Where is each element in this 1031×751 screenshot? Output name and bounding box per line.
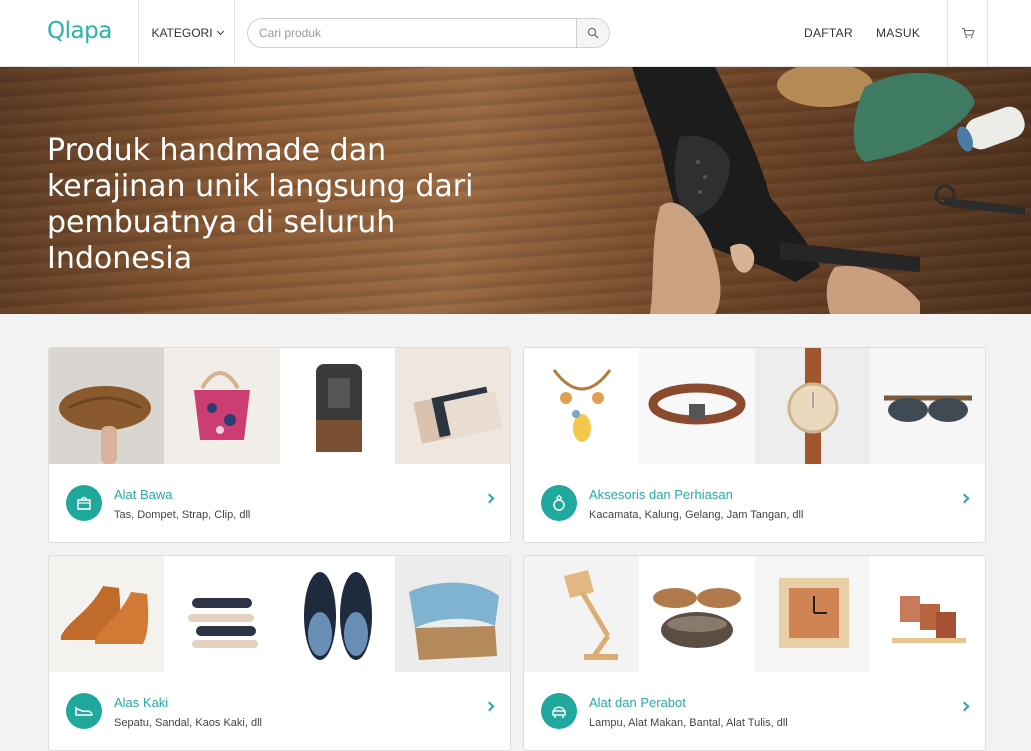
category-subtitle: Lampu, Alat Makan, Bantal, Alat Tulis, d… [589, 717, 788, 729]
category-card-alat-bawa[interactable]: Alat Bawa Tas, Dompet, Strap, Clip, dll [48, 347, 511, 543]
category-subtitle: Kacamata, Kalung, Gelang, Jam Tangan, dl… [589, 509, 804, 521]
chevron-down-icon [216, 27, 224, 36]
bag-icon [66, 485, 102, 521]
category-title: Alas Kaki [114, 695, 169, 710]
product-image-lamp [524, 556, 640, 672]
kategori-dropdown[interactable]: KATEGORI [139, 0, 235, 66]
ring-icon [541, 485, 577, 521]
search-input[interactable] [248, 19, 577, 47]
cart-button[interactable] [948, 0, 987, 66]
category-subtitle: Tas, Dompet, Strap, Clip, dll [114, 509, 251, 521]
product-image-flats [279, 556, 395, 672]
chair-icon [541, 693, 577, 729]
chevron-right-icon [484, 701, 495, 712]
product-image-wallet [394, 348, 510, 464]
category-images [49, 556, 510, 672]
chevron-right-icon [959, 701, 970, 712]
search-button[interactable] [576, 19, 609, 47]
search-icon [587, 27, 599, 39]
category-images [524, 556, 985, 672]
product-image-mugs [869, 556, 985, 672]
product-image-boots [49, 556, 165, 672]
hero-banner: Produk handmade dan kerajinan unik langs… [0, 67, 1031, 314]
product-image-watch [754, 348, 870, 464]
top-navbar: Qlapa KATEGORI DAFTAR MASUK [0, 0, 1031, 67]
category-title: Alat Bawa [114, 487, 173, 502]
shoemaker-image [632, 67, 1025, 314]
product-image-necklace [524, 348, 640, 464]
masuk-link[interactable]: MASUK [876, 26, 920, 40]
category-title: Alat dan Perabot [589, 695, 686, 710]
product-image-bowls [639, 556, 755, 672]
category-card-alas-kaki[interactable]: Alas Kaki Sepatu, Sandal, Kaos Kaki, dll [48, 555, 511, 751]
chevron-right-icon [484, 493, 495, 504]
qlapa-logo[interactable]: Qlapa [47, 18, 112, 44]
product-image-backpack [279, 348, 395, 464]
category-images [524, 348, 985, 464]
divider [234, 0, 235, 66]
divider [987, 0, 988, 66]
kategori-label: KATEGORI [151, 26, 213, 40]
product-image-clutch [49, 348, 165, 464]
cart-icon [961, 27, 975, 39]
product-image-sandals [164, 556, 280, 672]
shoe-icon [66, 693, 102, 729]
product-image-sunglasses [869, 348, 985, 464]
category-title: Aksesoris dan Perhiasan [589, 487, 733, 502]
daftar-link[interactable]: DAFTAR [804, 26, 853, 40]
category-subtitle: Sepatu, Sandal, Kaos Kaki, dll [114, 717, 262, 729]
product-image-tote [164, 348, 280, 464]
product-image-clock [754, 556, 870, 672]
category-card-alat-perabot[interactable]: Alat dan Perabot Lampu, Alat Makan, Bant… [523, 555, 986, 751]
category-card-aksesoris[interactable]: Aksesoris dan Perhiasan Kacamata, Kalung… [523, 347, 986, 543]
category-images [49, 348, 510, 464]
product-image-wedges [394, 556, 510, 672]
search-box [247, 18, 610, 48]
hero-title: Produk handmade dan kerajinan unik langs… [47, 133, 474, 276]
chevron-right-icon [959, 493, 970, 504]
product-image-bracelet [639, 348, 755, 464]
